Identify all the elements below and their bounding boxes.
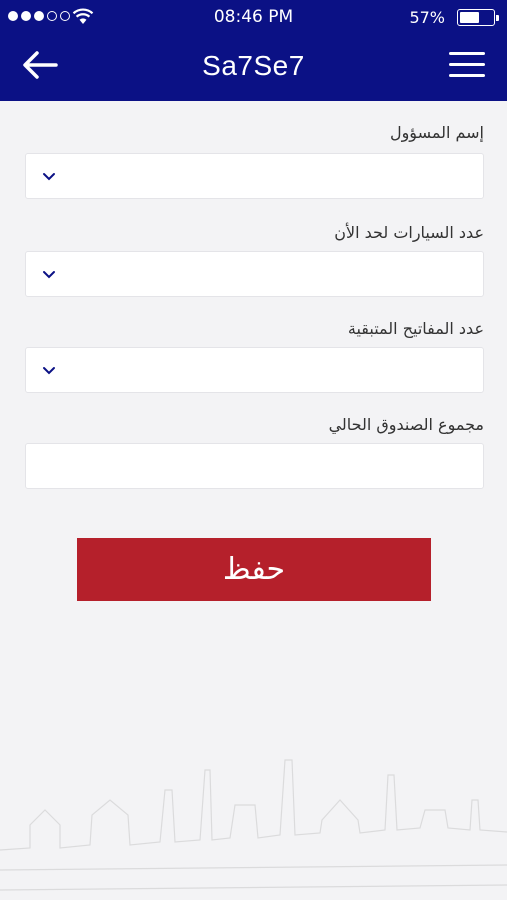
battery-percentage: 57% [409,8,445,27]
cars-count-select[interactable] [25,251,484,297]
chevron-down-icon [43,271,55,279]
chevron-down-icon [43,173,55,181]
field-label-remaining-keys: عدد المفاتيح المتبقية [347,319,484,338]
battery-icon [457,9,499,26]
chevron-down-icon [43,367,55,375]
cash-total-input[interactable] [25,443,484,489]
field-label-cash-total: مجموع الصندوق الحالي [328,415,484,434]
responsible-select[interactable] [25,153,484,199]
nav-bar: Sa7Se7 [0,34,507,101]
status-bar: 08:46 PM 57% [0,0,507,34]
save-button[interactable]: حفظ [77,538,431,601]
city-skyline-illustration [0,759,507,891]
app-header: 08:46 PM 57% Sa7Se7 [0,0,507,101]
field-label-responsible: إسم المسؤول [389,123,484,142]
hamburger-menu-icon [449,52,485,55]
page-title: Sa7Se7 [202,50,305,81]
menu-button[interactable] [449,52,485,82]
field-label-cars-count: عدد السيارات لحد الأن [334,223,484,242]
remaining-keys-select[interactable] [25,347,484,393]
